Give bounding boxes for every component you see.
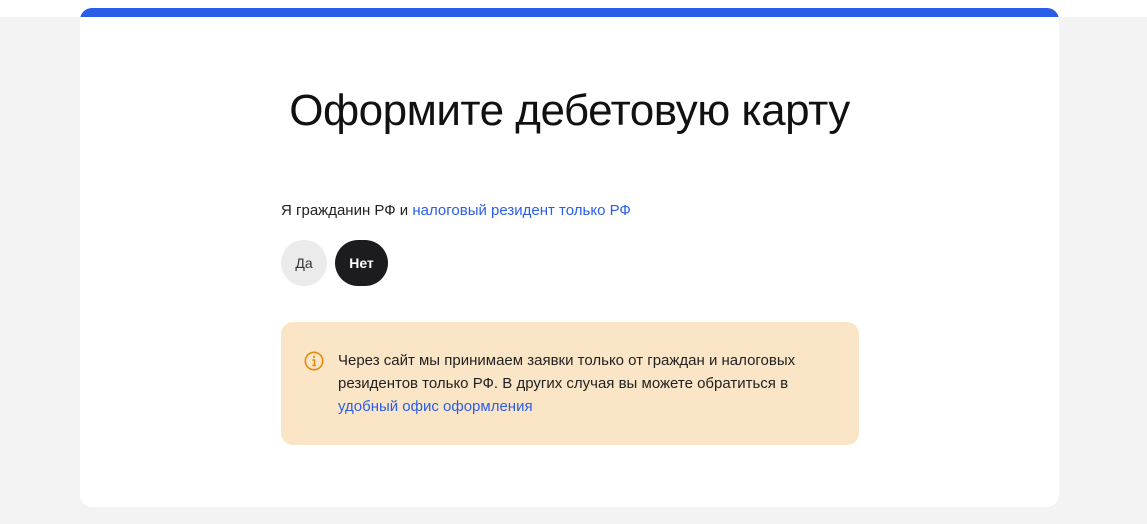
question-text: Я гражданин РФ и xyxy=(281,202,409,219)
residency-options: Да Нет xyxy=(281,240,388,286)
option-no-button[interactable]: Нет xyxy=(335,240,388,286)
application-card: Оформите дебетовую карту Я гражданин РФ … xyxy=(80,8,1059,507)
tax-resident-link[interactable]: налоговый резидент только РФ xyxy=(412,202,630,219)
notice-text-block: Через сайт мы принимаем заявки только от… xyxy=(338,349,838,418)
notice-text: Через сайт мы принимаем заявки только от… xyxy=(338,352,796,392)
info-icon xyxy=(304,351,324,371)
residency-question: Я гражданин РФ и налоговый резидент толь… xyxy=(281,202,631,219)
info-notice: Через сайт мы принимаем заявки только от… xyxy=(281,322,859,445)
accent-bar xyxy=(80,8,1059,17)
option-yes-button[interactable]: Да xyxy=(281,240,327,286)
office-link[interactable]: удобный офис оформления xyxy=(338,395,838,418)
page-title: Оформите дебетовую карту xyxy=(289,86,850,135)
